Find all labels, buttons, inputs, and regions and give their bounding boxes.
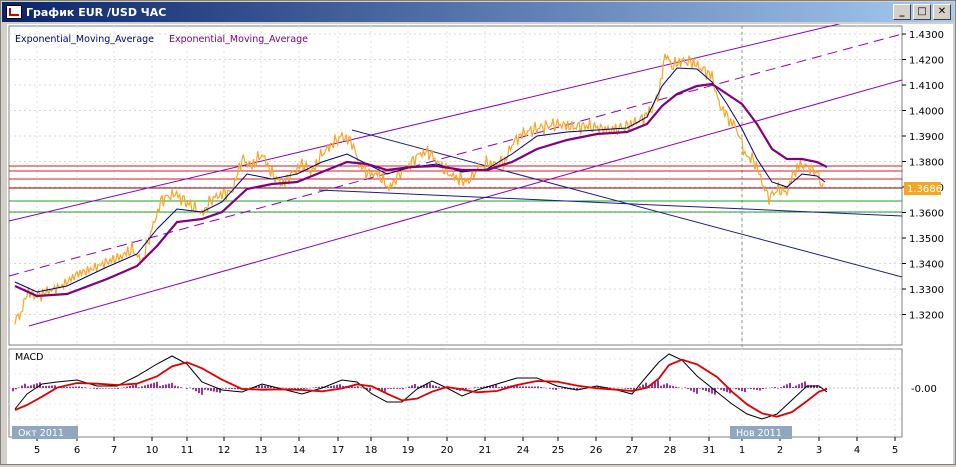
time-tick-label: 17: [332, 445, 345, 456]
month-label-oct: Окт 2011: [18, 428, 64, 439]
time-tick-label: 27: [626, 445, 639, 456]
time-tick-label: 7: [111, 445, 117, 456]
price-chart-svg[interactable]: Exponential_Moving_Average Exponential_M…: [7, 8, 953, 464]
time-tick-label: 12: [218, 445, 231, 456]
time-tick-label: 31: [703, 445, 716, 456]
minimize-button[interactable]: _: [893, 4, 911, 20]
macd-zero-axis-label: -0.00: [911, 384, 937, 395]
price-tick-label: 1.4100: [909, 81, 944, 92]
time-tick-label: 19: [402, 445, 415, 456]
close-button[interactable]: ✕: [933, 4, 951, 20]
time-tick-label: 24: [517, 445, 530, 456]
macd-label: MACD: [15, 352, 43, 363]
current-price-label: 1.3686: [907, 184, 942, 195]
title-bar[interactable]: График EUR /USD ЧАС _ □ ✕: [2, 2, 954, 22]
time-tick-label: 4: [854, 445, 860, 456]
time-tick-label: 14: [293, 445, 306, 456]
time-tick-label: 5: [892, 445, 898, 456]
price-tick-label: 1.3400: [909, 260, 944, 271]
price-tick-label: 1.4200: [909, 56, 944, 67]
time-tick-label: 28: [664, 445, 677, 456]
time-tick-label: 10: [146, 445, 159, 456]
month-label-nov: Нов 2011: [736, 428, 782, 439]
price-tick-label: 1.3900: [909, 132, 944, 143]
time-axis: 5 6 7 10 11 12 13 14 17 18 19 20 21 24 25 26 27 28 31 1 2 3 4 5: [34, 437, 898, 456]
price-tick-label: 1.3800: [909, 158, 944, 169]
time-tick-label: 21: [479, 445, 492, 456]
time-tick-label: 26: [590, 445, 603, 456]
time-tick-label: 1: [739, 445, 745, 456]
price-axis: 1.43001.42001.41001.40001.39001.38001.37…: [902, 30, 944, 322]
time-tick-label: 6: [74, 445, 80, 456]
time-tick-label: 18: [365, 445, 378, 456]
price-tick-label: 1.3200: [909, 311, 944, 322]
price-panel[interactable]: [8, 25, 903, 346]
price-tick-label: 1.4000: [909, 107, 944, 118]
time-tick-label: 3: [816, 445, 822, 456]
time-tick-label: 13: [255, 445, 268, 456]
chart-window: График EUR /USD ЧАС _ □ ✕ Exponential_Mo…: [0, 0, 956, 465]
time-tick-label: 11: [181, 445, 194, 456]
window-title: График EUR /USD ЧАС: [26, 5, 167, 19]
price-tick-label: 1.4300: [909, 30, 944, 41]
legend-ema-slow: Exponential_Moving_Average: [169, 34, 308, 45]
time-tick-label: 25: [552, 445, 565, 456]
price-tick-label: 1.3500: [909, 234, 944, 245]
time-tick-label: 20: [441, 445, 454, 456]
price-tick-label: 1.3600: [909, 209, 944, 220]
legend-ema-fast: Exponential_Moving_Average: [15, 34, 154, 45]
time-tick-label: 2: [777, 445, 783, 456]
time-tick-label: 5: [34, 445, 40, 456]
chart-area[interactable]: Exponential_Moving_Average Exponential_M…: [7, 8, 953, 464]
chart-app-icon: [6, 5, 22, 19]
maximize-button[interactable]: □: [913, 4, 931, 20]
price-tick-label: 1.3300: [909, 285, 944, 296]
